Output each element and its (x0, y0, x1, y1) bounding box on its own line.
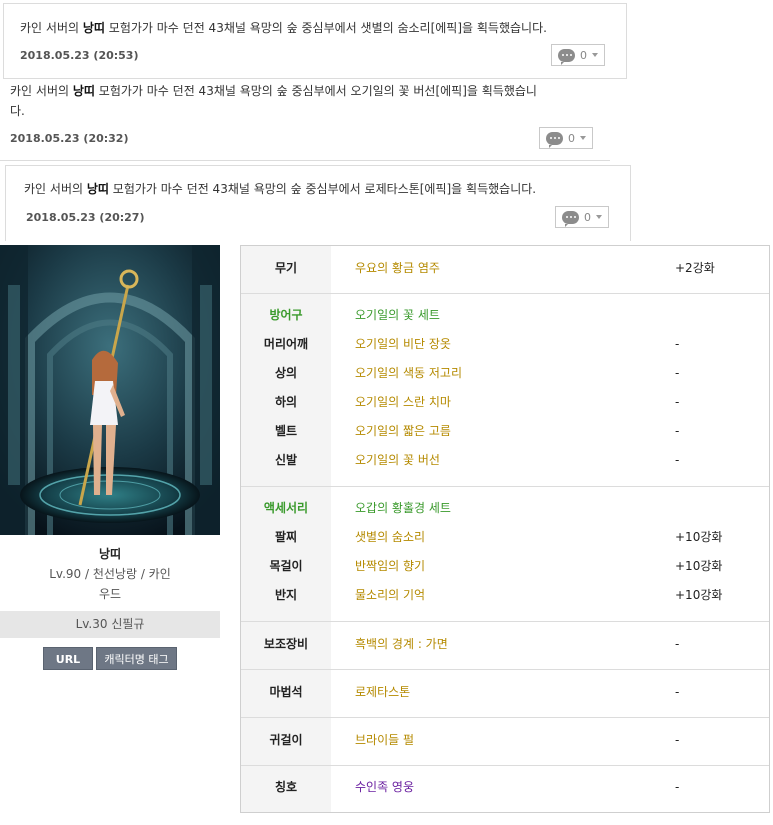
comment-bubble-icon (558, 48, 575, 65)
character-adventure: 우드 (98, 587, 122, 601)
section-divider (241, 765, 769, 766)
equip-item-link[interactable]: 우요의 황금 염주 (355, 254, 440, 283)
section-divider (241, 293, 769, 294)
equip-set-link[interactable]: 오기일의 꽃 세트 (355, 301, 440, 330)
equip-row-earring: 귀걸이 브라이들 펄 - (241, 726, 769, 755)
equip-row-magicstone: 마법석 로제타스톤 - (241, 678, 769, 707)
equip-row-necklace: 목걸이 반짝임의 향기 +10강화 (241, 552, 769, 581)
equipment-table: 무기 우요의 황금 염주 +2강화 방어구 오기일의 꽃 세트 머리어깨 오기일… (240, 245, 770, 813)
feed-item: 카인 서버의 낭띠 모험가가 마수 던전 43채널 욕망의 숲 중심부에서 오기… (0, 79, 610, 161)
comment-bubble-icon (562, 210, 579, 227)
equip-row-accessory-set: 액세서리 오갑의 황홀경 세트 (241, 494, 769, 523)
feed-item: 카인 서버의 낭띠 모험가가 마수 던전 43채널 욕망의 숲 중심부에서 로제… (5, 165, 631, 241)
equip-row-shoes: 신발 오기일의 꽃 버선 - (241, 446, 769, 475)
equip-item-link[interactable]: 반짝임의 향기 (355, 552, 425, 581)
comment-button[interactable]: 0 (539, 127, 593, 149)
equip-row-bracelet: 팔찌 샛별의 숨소리 +10강화 (241, 523, 769, 552)
equip-item-link[interactable]: 오기일의 비단 장옷 (355, 330, 451, 359)
chevron-down-icon (596, 215, 602, 219)
character-level-class: Lv.90 / 천선낭랑 / 카인 (49, 567, 171, 581)
section-divider (241, 621, 769, 622)
comment-button[interactable]: 0 (555, 206, 609, 228)
equip-row-title: 칭호 수인족 영웅 - (241, 773, 769, 802)
equip-row-bottom: 하의 오기일의 스란 치마 - (241, 388, 769, 417)
equip-row-support: 보조장비 흑백의 경계 : 가면 - (241, 630, 769, 659)
equip-set-link[interactable]: 오갑의 황홀경 세트 (355, 494, 451, 523)
equip-row-belt: 벨트 오기일의 짧은 고름 - (241, 417, 769, 446)
comment-count: 0 (568, 131, 575, 145)
equip-item-link[interactable]: 오기일의 꽃 버선 (355, 446, 440, 475)
feed-message: 카인 서버의 낭띠 모험가가 마수 던전 43채널 욕망의 숲 중심부에서 오기… (10, 84, 537, 118)
url-button[interactable]: URL (43, 647, 93, 670)
comment-bubble-icon (546, 131, 563, 148)
equip-item-link[interactable]: 오기일의 스란 치마 (355, 388, 451, 417)
feed-item: 카인 서버의 낭띠 모험가가 마수 던전 43채널 욕망의 숲 중심부에서 샛별… (3, 3, 627, 79)
comment-button[interactable]: 0 (551, 44, 605, 66)
character-name-link[interactable]: 낭띠 (83, 21, 105, 35)
section-divider (241, 669, 769, 670)
character-tag-button[interactable]: 캐릭터명 태그 (96, 647, 177, 670)
equip-item-link[interactable]: 오기일의 색동 저고리 (355, 359, 462, 388)
equip-item-link[interactable]: 물소리의 기억 (355, 581, 425, 610)
feed-date: 2018.05.23 (20:32) (10, 132, 129, 145)
character-name-link[interactable]: 낭띠 (73, 84, 95, 98)
equip-row-armor-set: 방어구 오기일의 꽃 세트 (241, 301, 769, 330)
equip-item-link[interactable]: 샛별의 숨소리 (355, 523, 425, 552)
section-divider (241, 486, 769, 487)
character-portrait (0, 245, 220, 535)
comment-count: 0 (584, 210, 591, 224)
equip-item-link[interactable]: 오기일의 짧은 고름 (355, 417, 451, 446)
equip-row-shoulder: 머리어깨 오기일의 비단 장옷 - (241, 330, 769, 359)
chevron-down-icon (580, 136, 586, 140)
equip-row-top: 상의 오기일의 색동 저고리 - (241, 359, 769, 388)
feed-message: 카인 서버의 낭띠 모험가가 마수 던전 43채널 욕망의 숲 중심부에서 로제… (24, 182, 537, 196)
character-name-link[interactable]: 낭띠 (87, 182, 109, 196)
guild-bar: Lv.30 신필규 (0, 611, 220, 638)
feed-divider (0, 160, 610, 161)
equip-row-ring: 반지 물소리의 기억 +10강화 (241, 581, 769, 610)
feed-date: 2018.05.23 (20:27) (26, 211, 145, 224)
equip-item-link[interactable]: 수인족 영웅 (355, 773, 414, 802)
equip-item-link[interactable]: 브라이들 펄 (355, 726, 414, 755)
section-divider (241, 717, 769, 718)
character-portrait-image (0, 245, 220, 535)
feed-date: 2018.05.23 (20:53) (20, 49, 139, 62)
equip-item-link[interactable]: 흑백의 경계 : 가면 (355, 630, 448, 659)
comment-count: 0 (580, 48, 587, 62)
character-info: 낭띠 Lv.90 / 천선낭랑 / 카인 우드 (0, 541, 220, 604)
chevron-down-icon (592, 53, 598, 57)
feed-message: 카인 서버의 낭띠 모험가가 마수 던전 43채널 욕망의 숲 중심부에서 샛별… (20, 21, 547, 35)
equip-item-link[interactable]: 로제타스톤 (355, 678, 410, 707)
equip-row-weapon: 무기 우요의 황금 염주 +2강화 (241, 254, 769, 283)
character-name: 낭띠 (98, 547, 122, 561)
